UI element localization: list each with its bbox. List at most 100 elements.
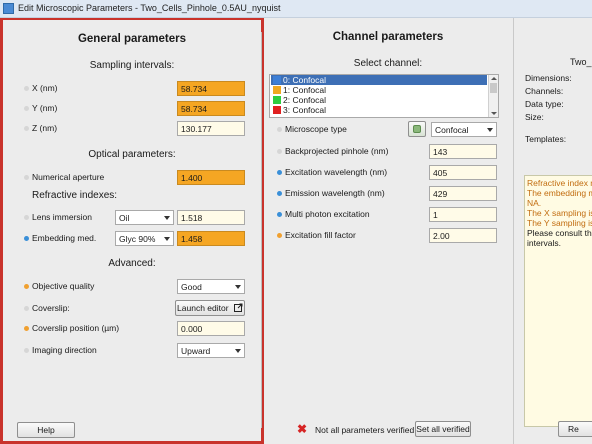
list-item[interactable]: 0: Confocal (271, 75, 487, 85)
optical-parameters-heading: Optical parameters: (88, 149, 176, 160)
embedding-medium-select-value: Glyc 90% (119, 234, 156, 244)
excitation-wavelength-label: Excitation wavelength (nm) (285, 167, 388, 177)
lens-immersion-select[interactable]: Oil (115, 210, 174, 225)
set-all-verified-button[interactable]: Set all verified (415, 421, 471, 437)
fill-factor-status-dot (277, 233, 282, 238)
left-panel-scrollbar-line (261, 32, 262, 428)
z-label: Z (nm) (32, 123, 58, 133)
lens-immersion-field[interactable]: 1.518 (177, 210, 245, 225)
sampling-intervals-heading: Sampling intervals: (89, 60, 175, 71)
excitation-status-dot (277, 170, 282, 175)
templates-label: Templates: (525, 134, 567, 144)
z-status-dot (24, 126, 29, 131)
multiphoton-field[interactable]: 1 (429, 207, 497, 222)
pinhole-field[interactable]: 143 (429, 144, 497, 159)
imaging-direction-select[interactable]: Upward (177, 343, 245, 358)
message-line: The embedding m (527, 188, 592, 198)
fill-factor-field[interactable]: 2.00 (429, 228, 497, 243)
verification-status-text: Not all parameters verified (315, 425, 415, 435)
z-sampling-field[interactable]: 130.177 (177, 121, 245, 136)
message-line: The X sampling is (527, 208, 592, 218)
select-channel-label: Select channel: (353, 58, 423, 69)
window-title: Edit Microscopic Parameters - Two_Cells_… (18, 3, 281, 13)
embedding-medium-label: Embedding med. (32, 233, 97, 243)
scroll-up-icon[interactable] (491, 77, 497, 80)
coverslip-label: Coverslip: (32, 303, 70, 313)
microscope-type-select-value: Confocal (435, 125, 469, 135)
app-icon (3, 3, 14, 14)
reset-button[interactable]: Re (558, 421, 592, 437)
na-status-dot (24, 175, 29, 180)
list-item[interactable]: 1: Confocal (271, 85, 487, 95)
embedding-medium-select[interactable]: Glyc 90% (115, 231, 174, 246)
chevron-down-icon (487, 128, 493, 132)
channel-list[interactable]: 0: Confocal 1: Confocal 2: Confocal 3: C… (269, 74, 499, 118)
channel-color-swatch (273, 86, 281, 94)
message-line: intervals. (527, 238, 562, 248)
objective-quality-select[interactable]: Good (177, 279, 245, 294)
embedding-medium-field[interactable]: 1.458 (177, 231, 245, 246)
refractive-indexes-heading: Refractive indexes: (32, 190, 118, 201)
emission-wavelength-field[interactable]: 429 (429, 186, 497, 201)
image-info-panel: Two_ Dimensions: Channels: Data type: Si… (513, 18, 592, 444)
chevron-down-icon (235, 285, 241, 289)
microscope-status-dot (277, 127, 282, 132)
chevron-down-icon (164, 237, 170, 241)
channel-parameters-panel: Channel parameters Select channel: 0: Co… (264, 18, 512, 444)
general-parameters-panel: General parameters Sampling intervals: X… (0, 18, 264, 444)
channel-label: 0: Confocal (283, 75, 326, 85)
list-item[interactable]: 2: Confocal (271, 95, 487, 105)
x-label: X (nm) (32, 83, 58, 93)
channel-color-swatch (273, 106, 281, 114)
y-sampling-field[interactable]: 58.734 (177, 101, 245, 116)
microscope-type-select[interactable]: Confocal (431, 122, 497, 137)
parameter-messages-box: Refractive index m The embedding m NA. T… (524, 175, 592, 427)
scrollbar-thumb[interactable] (490, 83, 497, 93)
y-label: Y (nm) (32, 103, 58, 113)
coverslip-position-status-dot (24, 326, 29, 331)
lens-status-dot (24, 215, 29, 220)
numerical-aperture-field[interactable]: 1.400 (177, 170, 245, 185)
help-button[interactable]: Help (17, 422, 75, 438)
objective-quality-select-value: Good (181, 282, 202, 292)
launch-editor-label: Launch editor (177, 303, 229, 313)
x-sampling-field[interactable]: 58.734 (177, 81, 245, 96)
microscope-icon (413, 125, 421, 133)
imaging-direction-select-value: Upward (181, 346, 211, 356)
coverslip-position-label: Coverslip position (µm) (32, 323, 120, 333)
image-name: Two_ (570, 57, 592, 67)
launch-editor-button[interactable]: Launch editor (175, 300, 245, 316)
x-status-dot (24, 86, 29, 91)
channel-color-swatch (273, 96, 281, 104)
external-link-icon (233, 302, 243, 316)
numerical-aperture-label: Numerical aperture (32, 172, 105, 182)
excitation-wavelength-field[interactable]: 405 (429, 165, 497, 180)
emission-wavelength-label: Emission wavelength (nm) (285, 188, 385, 198)
objective-quality-label: Objective quality (32, 281, 95, 291)
list-item[interactable]: 3: Confocal (271, 105, 487, 115)
channel-label: 2: Confocal (283, 95, 326, 105)
pinhole-label: Backprojected pinhole (nm) (285, 146, 389, 156)
message-line: The Y sampling is (527, 218, 592, 228)
message-line: Please consult the (527, 228, 592, 238)
channel-list-scrollbar[interactable] (488, 75, 498, 117)
coverslip-position-field[interactable]: 0.000 (177, 321, 245, 336)
size-label: Size: (525, 112, 544, 122)
fill-factor-label: Excitation fill factor (285, 230, 356, 240)
chevron-down-icon (235, 349, 241, 353)
coverslip-status-dot (24, 306, 29, 311)
microscope-type-label: Microscope type (285, 124, 347, 134)
microscope-wizard-button[interactable] (408, 121, 426, 137)
emission-status-dot (277, 191, 282, 196)
dimensions-label: Dimensions: (525, 73, 572, 83)
error-icon: ✖ (297, 422, 308, 436)
pinhole-status-dot (277, 149, 282, 154)
message-line: NA. (527, 198, 542, 208)
message-line: Refractive index m (527, 178, 592, 188)
channels-label: Channels: (525, 86, 564, 96)
advanced-heading: Advanced: (108, 258, 156, 269)
embedding-status-dot (24, 236, 29, 241)
multiphoton-status-dot (277, 212, 282, 217)
scroll-down-icon[interactable] (491, 112, 497, 115)
general-parameters-heading: General parameters (77, 33, 187, 45)
